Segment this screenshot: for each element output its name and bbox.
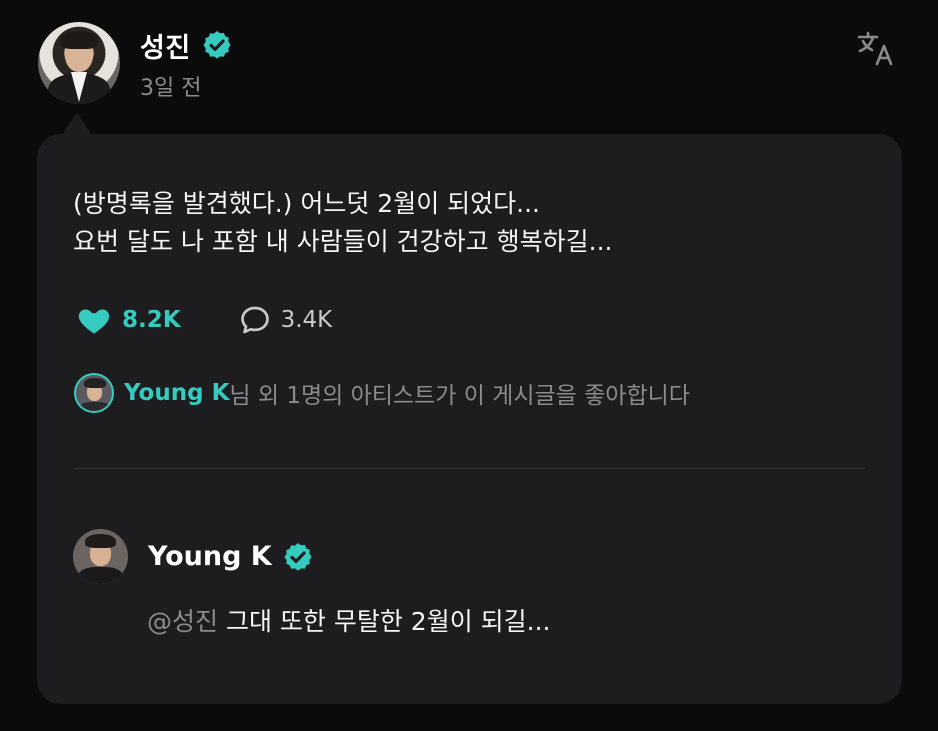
post-detail-screen: 성진 3일 전 (방명록을 발견했다.) 어느덧 2월이 되었다... 요번 달… xyxy=(0,0,938,731)
likes-count: 8.2K xyxy=(122,307,181,333)
author-avatar[interactable] xyxy=(38,22,120,104)
reply-author-name[interactable]: Young K xyxy=(148,541,272,572)
heart-icon xyxy=(78,309,110,334)
liked-by-text: 님 외 1명의 아티스트가 이 게시글을 좋아합니다 xyxy=(229,383,690,409)
verified-badge-icon xyxy=(284,542,312,571)
comment-icon xyxy=(240,306,269,334)
reply-avatar[interactable] xyxy=(73,529,128,584)
liked-by-avatar xyxy=(74,373,114,413)
liked-by-name[interactable]: Young K xyxy=(124,380,229,406)
comment-button[interactable]: 3.4K xyxy=(237,302,333,338)
post-timestamp: 3일 전 xyxy=(140,76,202,101)
reply-mention[interactable]: @성진 xyxy=(147,607,218,636)
post-text: (방명록을 발견했다.) 어느덧 2월이 되었다... 요번 달도 나 포함 내… xyxy=(73,189,613,256)
like-button[interactable]: 8.2K xyxy=(76,302,181,338)
reply-header: Young K xyxy=(73,529,314,584)
liked-by-row[interactable]: Young K님 외 1명의 아티스트가 이 게시글을 좋아합니다 xyxy=(74,373,690,413)
verified-badge-icon xyxy=(203,31,231,59)
author-info: 성진 3일 전 xyxy=(140,24,233,102)
reply-message: 그대 또한 무탈한 2월이 되길... xyxy=(218,607,551,636)
author-name-row: 성진 xyxy=(140,24,233,66)
post-header: 성진 3일 전 xyxy=(38,22,233,104)
comments-count: 3.4K xyxy=(280,307,333,333)
translate-icon[interactable] xyxy=(856,28,898,70)
reply-text: @성진 그대 또한 무탈한 2월이 되길... xyxy=(147,602,551,638)
author-name[interactable]: 성진 xyxy=(140,26,191,65)
bubble-tail xyxy=(63,112,91,134)
divider xyxy=(75,468,865,469)
post-stats: 8.2K 3.4K xyxy=(76,302,332,338)
